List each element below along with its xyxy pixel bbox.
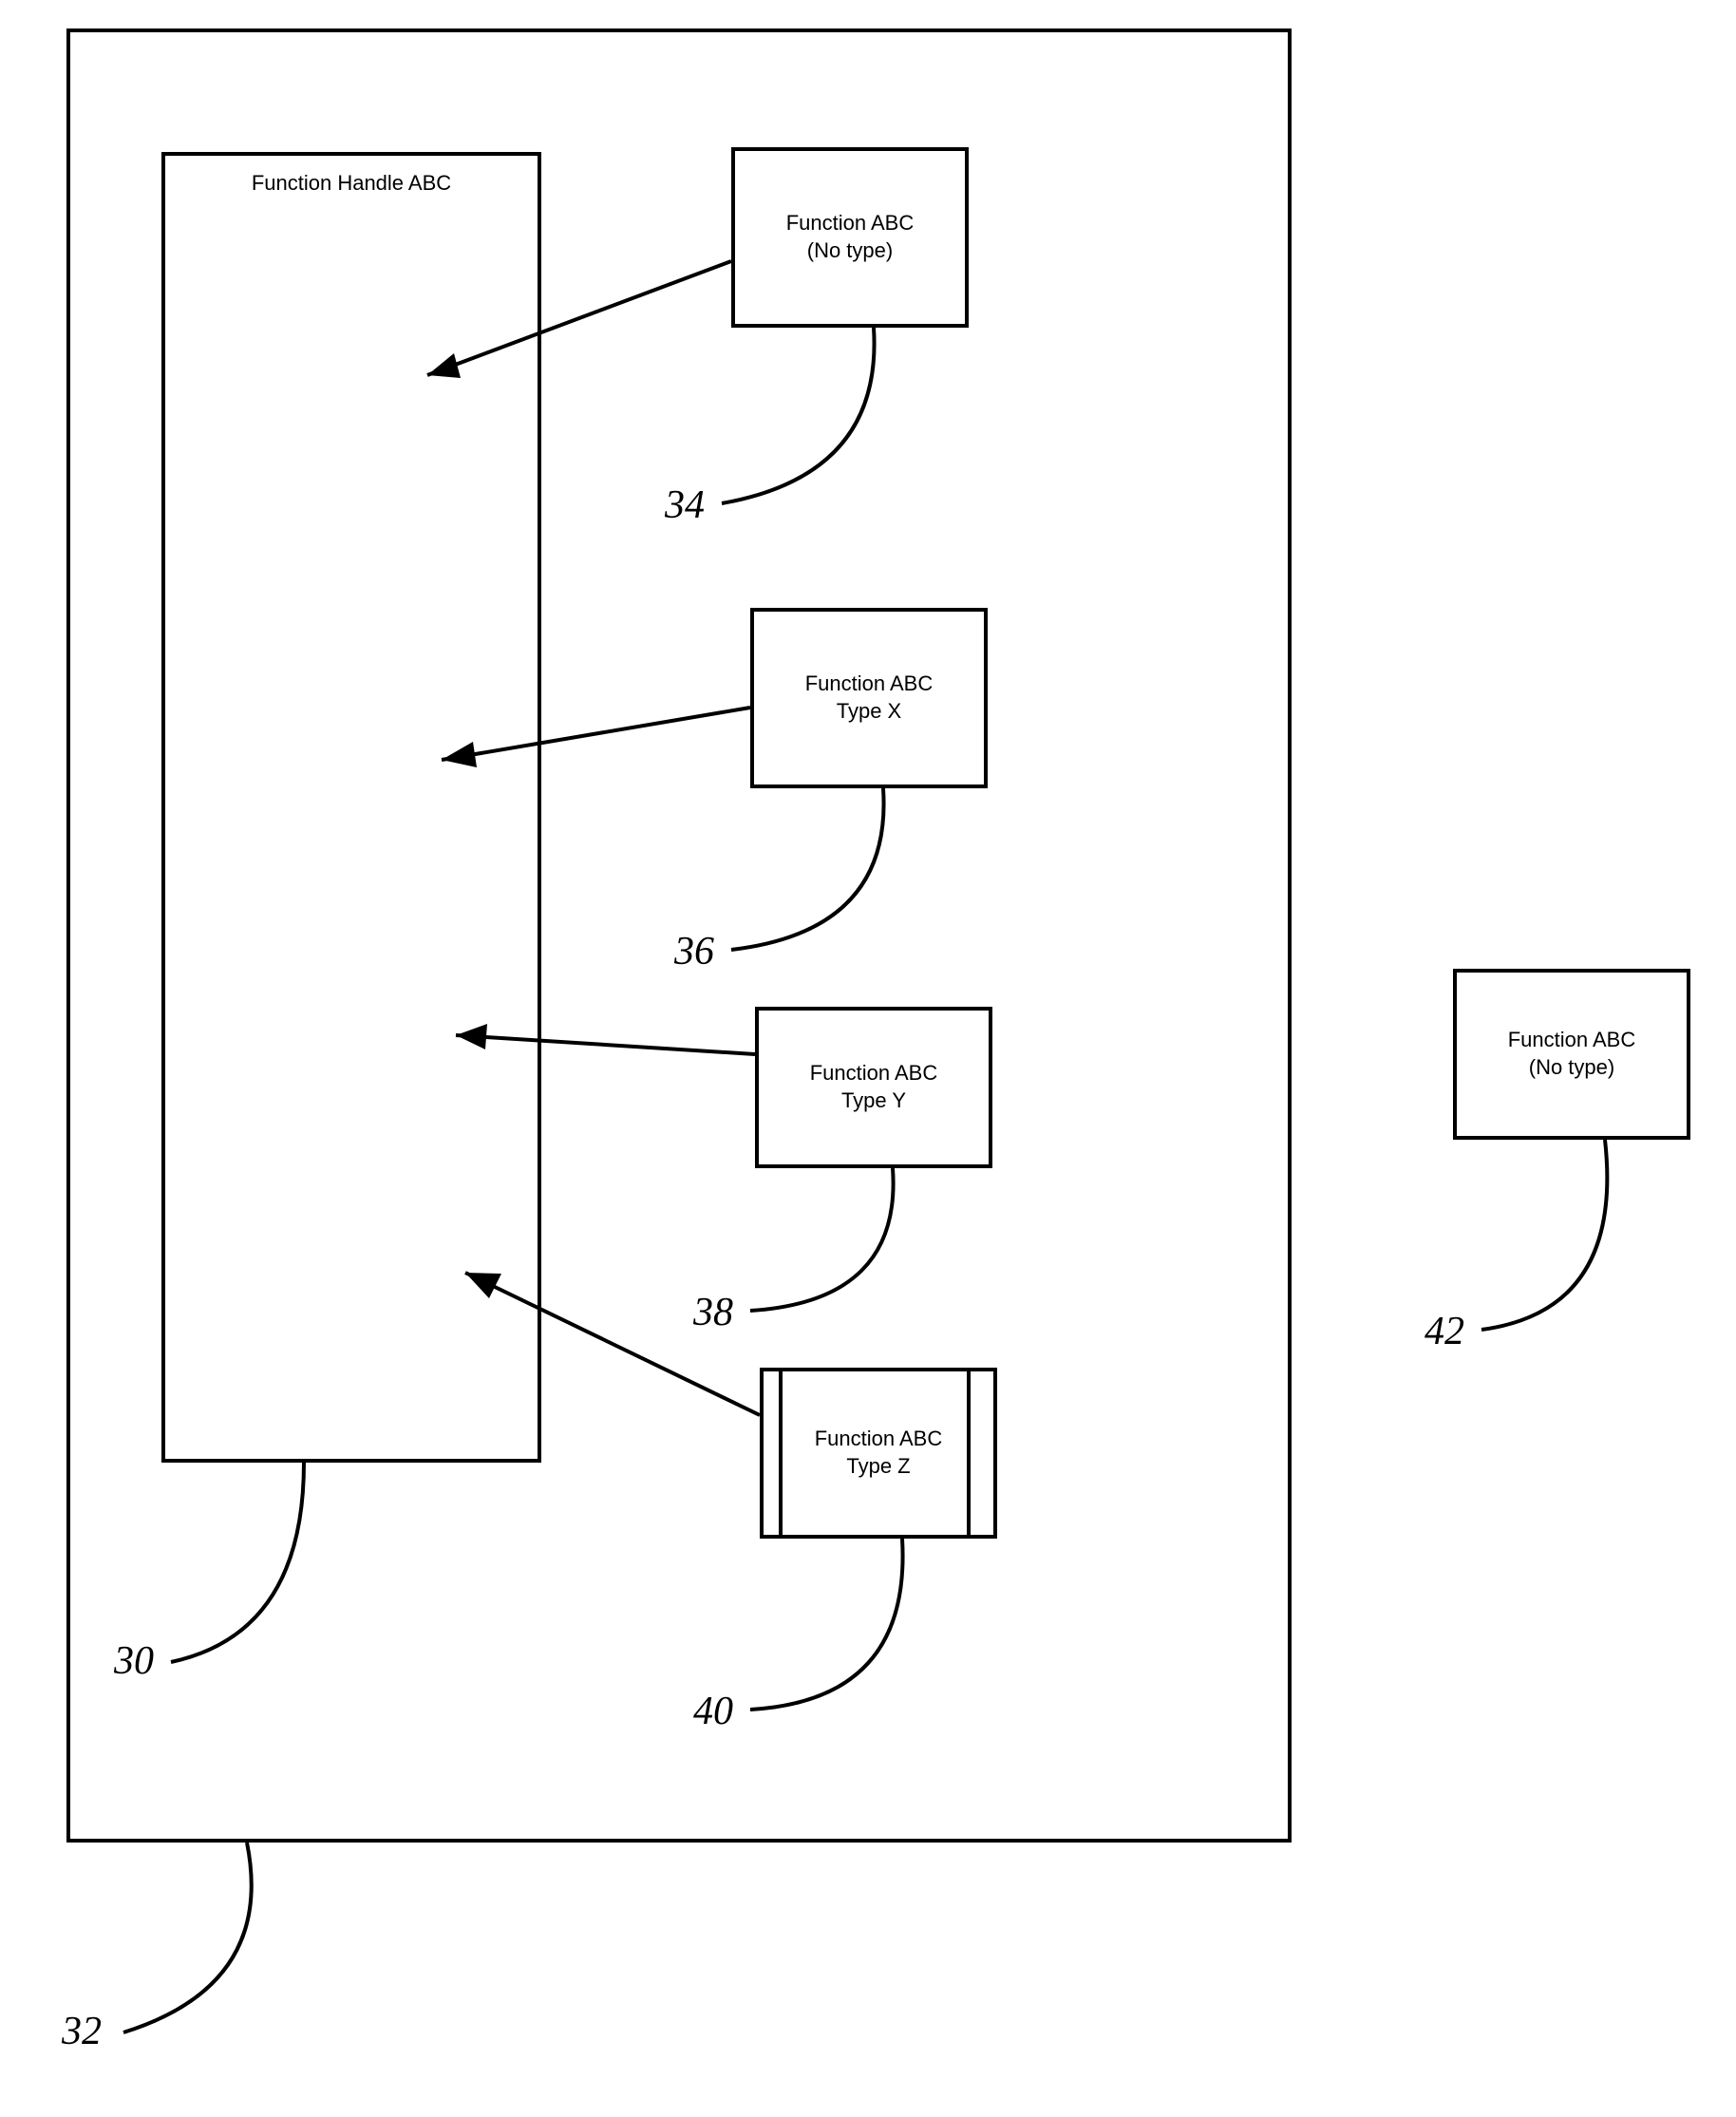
ref-label-42: 42 — [1425, 1309, 1464, 1354]
leaders-svg — [0, 0, 1736, 2117]
diagram-canvas: Function Handle ABC Function ABC (No typ… — [0, 0, 1736, 2117]
ref-label-32: 32 — [62, 2009, 102, 2054]
ref-label-30: 30 — [114, 1638, 154, 1684]
ref-label-40: 40 — [693, 1689, 733, 1734]
ref-label-34: 34 — [665, 482, 705, 528]
ref-label-38: 38 — [693, 1290, 733, 1335]
ref-label-36: 36 — [674, 929, 714, 974]
